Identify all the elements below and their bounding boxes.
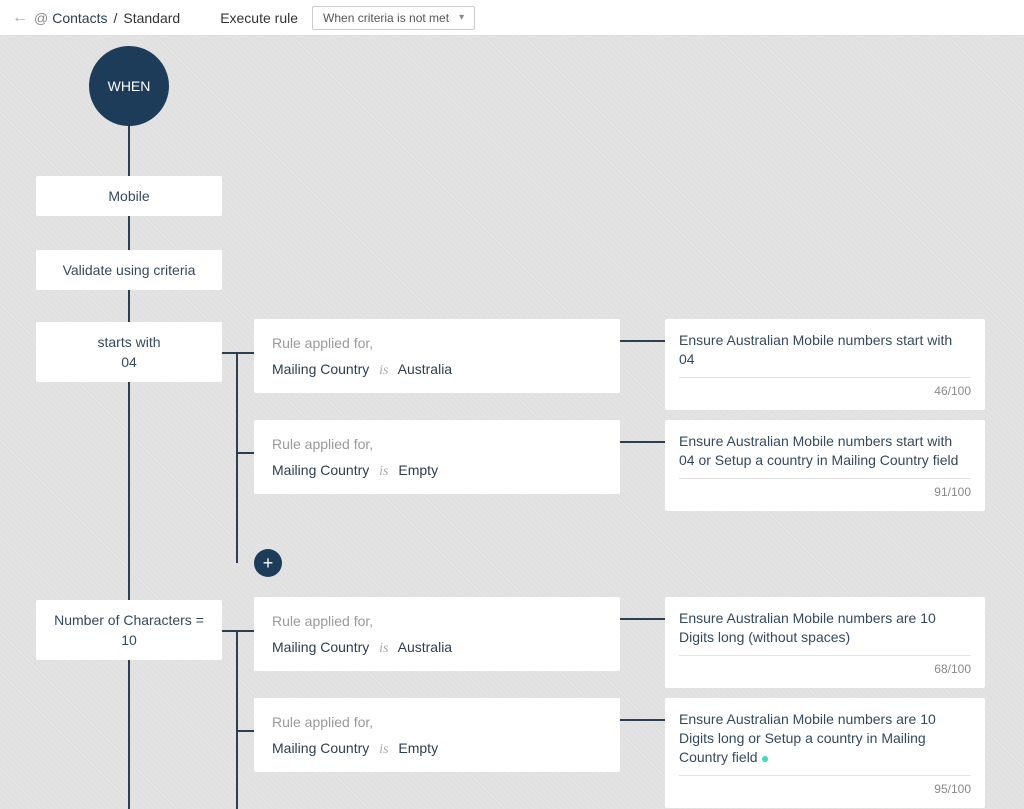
at-icon: @ <box>34 10 48 26</box>
connector-line <box>620 340 665 342</box>
connector-line <box>620 441 665 443</box>
criteria-node-2[interactable]: Number of Characters = 10 <box>36 600 222 660</box>
criteria1-label: starts with <box>36 332 222 352</box>
rule-field: Mailing Country <box>272 361 369 377</box>
is-operator: is <box>379 641 388 656</box>
message-box-2[interactable]: Ensure Australian Mobile numbers start w… <box>665 420 985 511</box>
message-box-3[interactable]: Ensure Australian Mobile numbers are 10 … <box>665 597 985 688</box>
connector-line <box>236 730 254 732</box>
is-operator: is <box>379 464 388 479</box>
header-bar: ← @ Contacts / Standard Execute rule Whe… <box>0 0 1024 36</box>
message-count: 95/100 <box>679 782 971 796</box>
connector-line <box>236 352 238 563</box>
connector-line <box>236 630 238 809</box>
plus-icon: + <box>263 553 274 574</box>
rule-box-1[interactable]: Rule applied for, Mailing Country is Aus… <box>254 319 620 393</box>
rule-field: Mailing Country <box>272 639 369 655</box>
breadcrumb-current: Standard <box>123 10 180 26</box>
connector-line <box>236 352 254 354</box>
rule-applied-label: Rule applied for, <box>272 613 602 629</box>
when-node[interactable]: WHEN <box>89 46 169 126</box>
execute-rule-label: Execute rule <box>220 10 298 26</box>
field-node[interactable]: Mobile <box>36 176 222 216</box>
breadcrumb-separator: / <box>113 10 117 26</box>
message-text: Ensure Australian Mobile numbers start w… <box>679 432 971 479</box>
validate-node[interactable]: Validate using criteria <box>36 250 222 290</box>
criteria1-value: 04 <box>36 352 222 372</box>
connector-line <box>620 618 665 620</box>
rule-field: Mailing Country <box>272 740 369 756</box>
rule-field: Mailing Country <box>272 462 369 478</box>
execute-rule-dropdown[interactable]: When criteria is not met ▾ <box>312 6 475 30</box>
dropdown-value: When criteria is not met <box>323 11 449 25</box>
message-text: Ensure Australian Mobile numbers are 10 … <box>679 609 971 656</box>
connector-line <box>236 452 254 454</box>
field-node-label: Mobile <box>108 188 149 204</box>
rule-canvas: WHEN Mobile Validate using criteria star… <box>0 36 1024 809</box>
rule-condition: Mailing Country is Australia <box>272 361 602 379</box>
add-rule-button[interactable]: + <box>254 549 282 577</box>
rule-condition: Mailing Country is Empty <box>272 740 602 758</box>
validate-node-label: Validate using criteria <box>63 262 196 278</box>
rule-value: Empty <box>398 740 438 756</box>
cursor-indicator-icon <box>762 756 768 762</box>
rule-applied-label: Rule applied for, <box>272 436 602 452</box>
chevron-down-icon: ▾ <box>459 12 464 23</box>
is-operator: is <box>379 363 388 378</box>
rule-box-3[interactable]: Rule applied for, Mailing Country is Aus… <box>254 597 620 671</box>
message-count: 46/100 <box>679 384 971 398</box>
criteria2-label: Number of Characters = <box>36 610 222 630</box>
back-arrow-icon[interactable]: ← <box>12 9 28 27</box>
message-text: Ensure Australian Mobile numbers are 10 … <box>679 710 971 776</box>
rule-value: Australia <box>398 639 452 655</box>
is-operator: is <box>379 742 388 757</box>
breadcrumb-module[interactable]: Contacts <box>52 10 107 26</box>
connector-line <box>128 126 130 809</box>
rule-value: Australia <box>398 361 452 377</box>
rule-condition: Mailing Country is Australia <box>272 639 602 657</box>
criteria-node-1[interactable]: starts with 04 <box>36 322 222 382</box>
breadcrumb: @ Contacts / Standard <box>34 10 180 26</box>
connector-line <box>236 630 254 632</box>
rule-value: Empty <box>398 462 438 478</box>
when-label: WHEN <box>108 78 151 94</box>
rule-applied-label: Rule applied for, <box>272 335 602 351</box>
rule-condition: Mailing Country is Empty <box>272 462 602 480</box>
rule-box-4[interactable]: Rule applied for, Mailing Country is Emp… <box>254 698 620 772</box>
message-count: 68/100 <box>679 662 971 676</box>
message-box-4[interactable]: Ensure Australian Mobile numbers are 10 … <box>665 698 985 808</box>
message-text: Ensure Australian Mobile numbers start w… <box>679 331 971 378</box>
message-box-1[interactable]: Ensure Australian Mobile numbers start w… <box>665 319 985 410</box>
connector-line <box>620 719 665 721</box>
message-count: 91/100 <box>679 485 971 499</box>
criteria2-value: 10 <box>36 630 222 650</box>
rule-box-2[interactable]: Rule applied for, Mailing Country is Emp… <box>254 420 620 494</box>
rule-applied-label: Rule applied for, <box>272 714 602 730</box>
